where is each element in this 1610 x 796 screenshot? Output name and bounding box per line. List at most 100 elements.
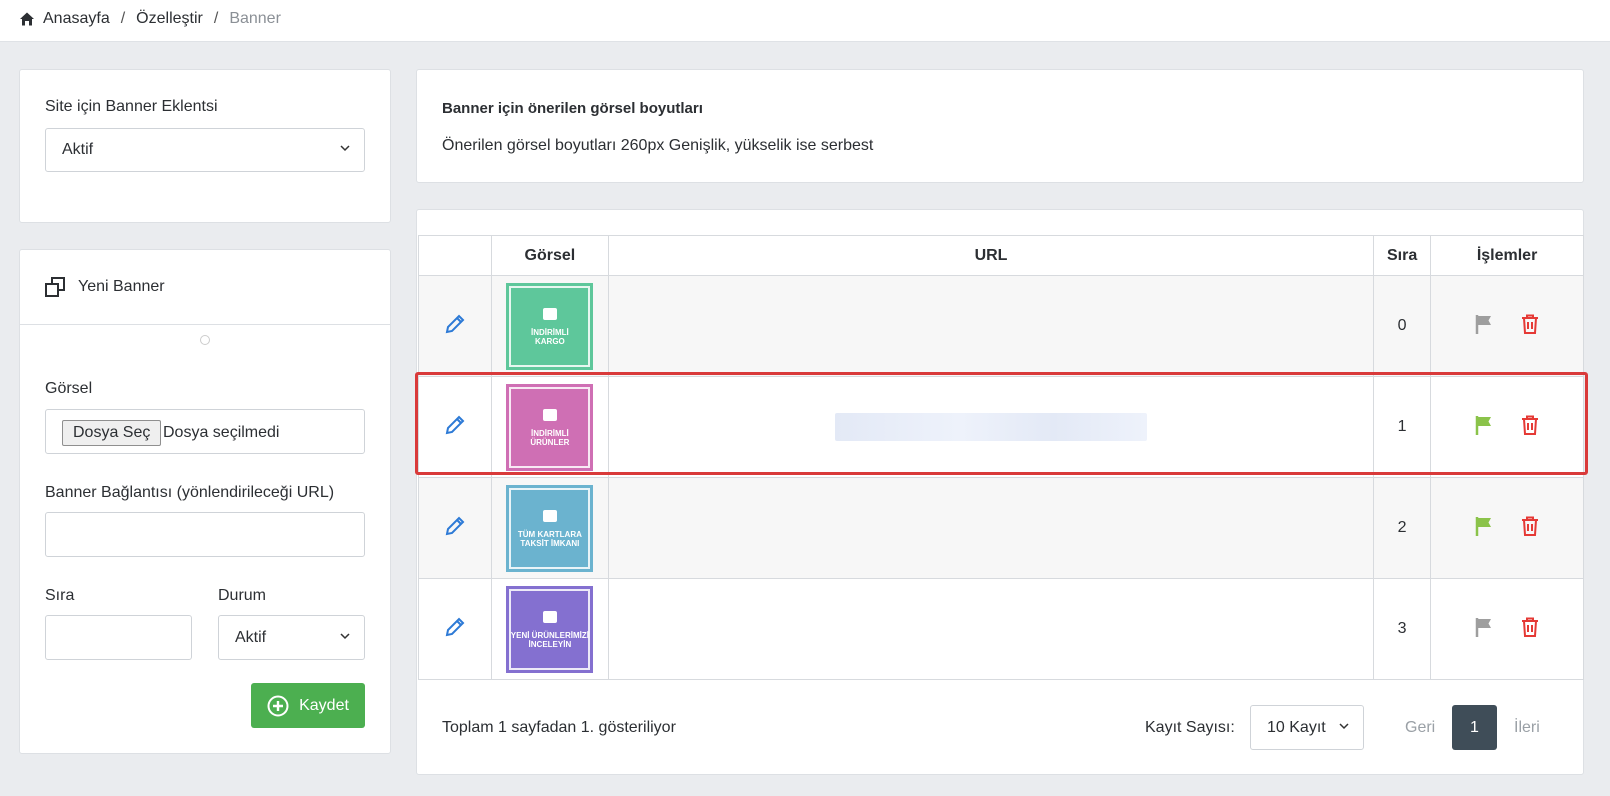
banner-url-input[interactable] bbox=[45, 512, 365, 557]
delete-icon[interactable] bbox=[1519, 616, 1541, 638]
status-value: Aktif bbox=[235, 628, 267, 646]
status-label: Durum bbox=[218, 587, 267, 604]
edit-cell bbox=[418, 376, 492, 478]
order-cell: 2 bbox=[1373, 477, 1432, 579]
edit-icon[interactable] bbox=[444, 414, 466, 436]
image-cell: TÜM KARTLARA TAKSİT İMKANI bbox=[490, 477, 609, 579]
save-button[interactable]: Kaydet bbox=[251, 683, 365, 728]
table-row: TÜM KARTLARA TAKSİT İMKANI 2 bbox=[418, 477, 1584, 579]
breadcrumb: Anasayfa / Özelleştir / Banner bbox=[19, 10, 281, 28]
actions-cell bbox=[1430, 578, 1584, 680]
new-banner-card: Yeni Banner Görsel Dosya Seç Dosya seçil… bbox=[19, 249, 391, 754]
image-cell: İNDİRİMLİ KARGO bbox=[490, 275, 609, 377]
new-banner-header: Yeni Banner bbox=[20, 250, 390, 325]
url-value bbox=[835, 413, 1148, 441]
plugin-label: Site için Banner Eklentsi bbox=[45, 98, 218, 115]
actions-cell bbox=[1430, 477, 1584, 579]
flag-icon[interactable] bbox=[1473, 313, 1495, 335]
col-url: URL bbox=[607, 235, 1375, 276]
banner-thumbnail: İNDİRİMLİ ÜRÜNLER bbox=[506, 383, 594, 471]
banner-thumbnail: YENİ ÜRÜNLERİMİZİ İNCELEYİN bbox=[506, 585, 594, 673]
plugin-status-value: Aktif bbox=[62, 141, 94, 158]
edit-icon[interactable] bbox=[444, 313, 466, 335]
records-label: Kayıt Sayısı: bbox=[1145, 719, 1235, 736]
table-header-row: Görsel URL Sıra İşlemler bbox=[418, 235, 1584, 276]
plugin-card: Site için Banner Eklentsi Aktif bbox=[19, 69, 391, 223]
chevron-down-icon bbox=[340, 632, 350, 639]
order-cell: 0 bbox=[1373, 275, 1432, 377]
col-image: Görsel bbox=[490, 235, 609, 276]
new-window-icon bbox=[45, 277, 65, 297]
thumb-line2: KARGO bbox=[535, 337, 565, 346]
records-select[interactable]: 10 Kayıt bbox=[1250, 705, 1364, 750]
delete-icon[interactable] bbox=[1519, 515, 1541, 537]
delete-icon[interactable] bbox=[1519, 414, 1541, 436]
url-cell bbox=[607, 275, 1375, 377]
breadcrumb-separator: / bbox=[120, 10, 126, 27]
edit-cell bbox=[418, 275, 492, 377]
actions-cell bbox=[1430, 376, 1584, 478]
delete-icon[interactable] bbox=[1519, 313, 1541, 335]
actions-cell bbox=[1430, 275, 1584, 377]
prev-page-button[interactable]: Geri bbox=[1405, 719, 1435, 737]
banner-thumbnail: İNDİRİMLİ KARGO bbox=[506, 282, 594, 370]
url-cell bbox=[607, 578, 1375, 680]
thumb-line2: İNCELEYİN bbox=[528, 640, 572, 649]
thumb-line2: TAKSİT İMKANI bbox=[520, 539, 580, 548]
edit-cell bbox=[418, 477, 492, 579]
col-order: Sıra bbox=[1373, 235, 1432, 276]
url-cell bbox=[607, 477, 1375, 579]
file-input[interactable]: Dosya Seç Dosya seçilmedi bbox=[45, 409, 365, 454]
image-label: Görsel bbox=[45, 380, 93, 397]
save-label: Kaydet bbox=[299, 696, 349, 714]
table-row: İNDİRİMLİ ÜRÜNLER 1 bbox=[418, 376, 1584, 478]
link-label: Banner Bağlantısı (yönlendirileceği URL) bbox=[45, 484, 335, 501]
file-status: Dosya seçilmedi bbox=[163, 424, 280, 441]
plugin-status-select[interactable]: Aktif bbox=[45, 128, 365, 172]
info-text: Önerilen görsel boyutları 260px Genişlik… bbox=[442, 137, 874, 154]
info-title: Banner için önerilen görsel boyutları bbox=[442, 100, 703, 117]
thumb-line1: TÜM KARTLARA bbox=[517, 530, 582, 539]
table-row: İNDİRİMLİ KARGO 0 bbox=[418, 275, 1584, 377]
top-bar: Anasayfa / Özelleştir / Banner bbox=[0, 0, 1610, 42]
info-card: Banner için önerilen görsel boyutları Ön… bbox=[416, 69, 1584, 183]
order-label: Sıra bbox=[45, 587, 75, 604]
status-select[interactable]: Aktif bbox=[218, 615, 365, 660]
home-icon[interactable] bbox=[19, 11, 35, 27]
add-circle-icon bbox=[267, 695, 289, 716]
banner-glyph-icon bbox=[542, 611, 557, 623]
breadcrumb-separator: / bbox=[213, 10, 219, 27]
choose-file-button[interactable]: Dosya Seç bbox=[62, 420, 162, 446]
new-banner-title: Yeni Banner bbox=[78, 278, 165, 295]
breadcrumb-home[interactable]: Anasayfa bbox=[43, 10, 110, 28]
col-edit bbox=[418, 235, 492, 276]
breadcrumb-section[interactable]: Özelleştir bbox=[136, 10, 203, 28]
pagination-summary: Toplam 1 sayfadan 1. gösteriliyor bbox=[442, 719, 676, 736]
thumb-line2: ÜRÜNLER bbox=[530, 438, 570, 447]
banner-table: Görsel URL Sıra İşlemler İNDİRİMLİ KARGO 0… bbox=[418, 235, 1584, 680]
next-page-button[interactable]: İleri bbox=[1514, 719, 1540, 737]
flag-icon[interactable] bbox=[1473, 616, 1495, 638]
col-actions: İşlemler bbox=[1430, 235, 1584, 276]
thumb-line1: YENİ ÜRÜNLERİMİZİ bbox=[510, 631, 589, 640]
edit-icon[interactable] bbox=[444, 616, 466, 638]
banner-glyph-icon bbox=[542, 510, 557, 522]
scroll-indicator bbox=[200, 335, 210, 345]
order-input[interactable] bbox=[45, 615, 192, 660]
current-page-button[interactable]: 1 bbox=[1452, 705, 1497, 750]
order-cell: 3 bbox=[1373, 578, 1432, 680]
image-cell: YENİ ÜRÜNLERİMİZİ İNCELEYİN bbox=[490, 578, 609, 680]
table-row: YENİ ÜRÜNLERİMİZİ İNCELEYİN 3 bbox=[418, 578, 1584, 680]
records-value: 10 Kayıt bbox=[1267, 718, 1326, 736]
flag-icon[interactable] bbox=[1473, 515, 1495, 537]
image-cell: İNDİRİMLİ ÜRÜNLER bbox=[490, 376, 609, 478]
thumb-line1: İNDİRİMLİ bbox=[531, 429, 569, 438]
edit-icon[interactable] bbox=[444, 515, 466, 537]
flag-icon[interactable] bbox=[1473, 414, 1495, 436]
chevron-down-icon bbox=[1339, 722, 1349, 729]
chevron-down-icon bbox=[340, 145, 350, 152]
breadcrumb-current: Banner bbox=[229, 10, 281, 27]
edit-cell bbox=[418, 578, 492, 680]
banner-glyph-icon bbox=[542, 409, 557, 421]
thumb-line1: İNDİRİMLİ bbox=[531, 328, 569, 337]
